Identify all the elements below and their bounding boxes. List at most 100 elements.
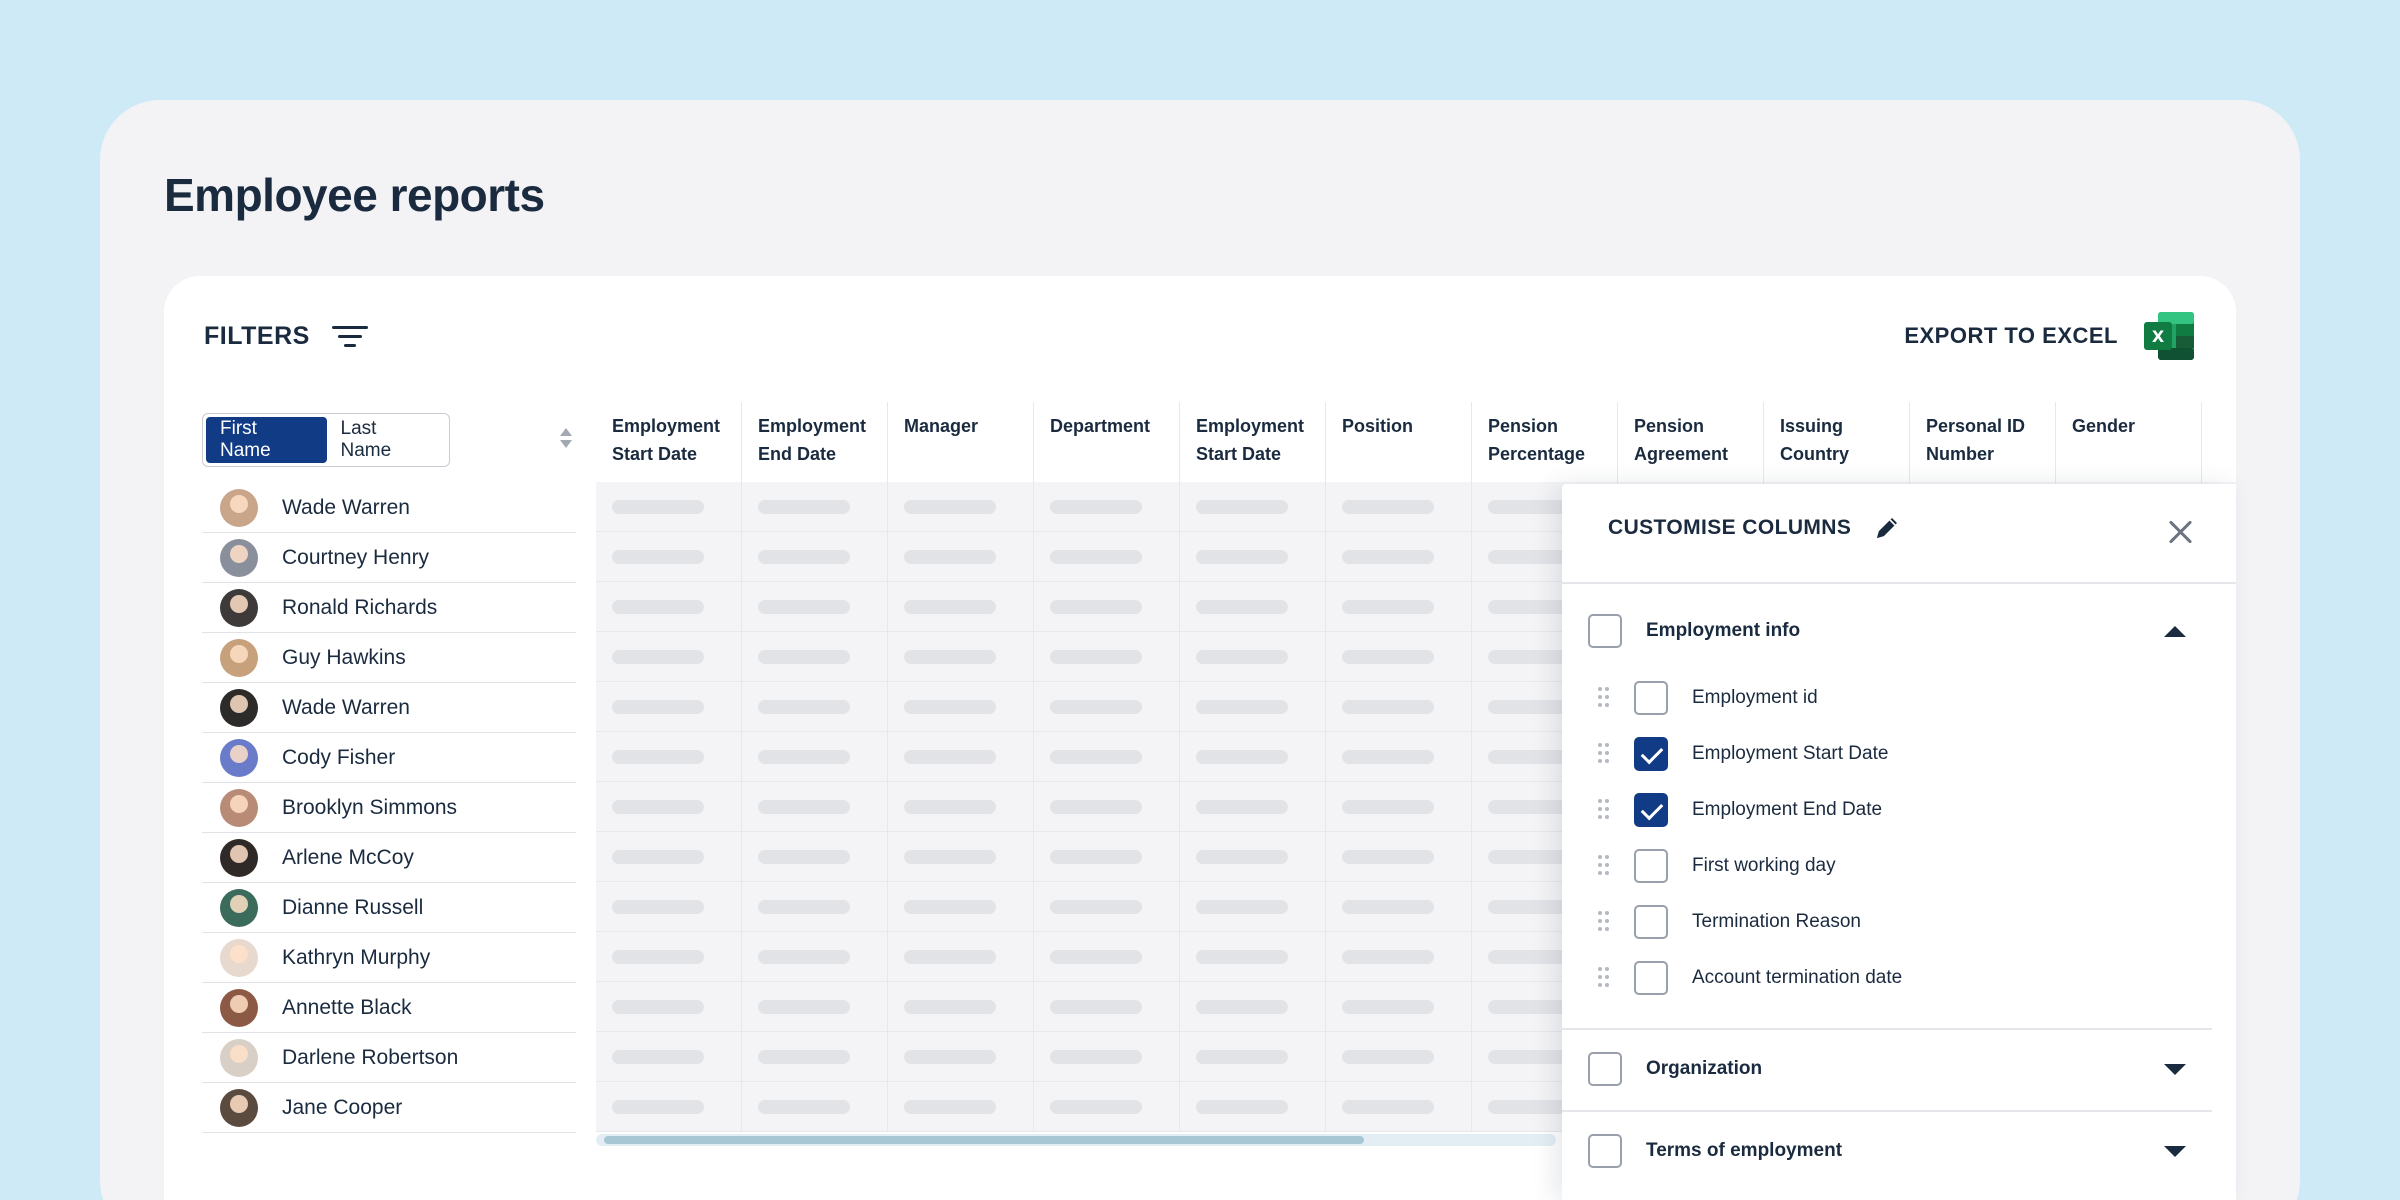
chevron-up-icon[interactable] <box>2164 625 2186 637</box>
column-option[interactable]: Employment End Date <box>1588 782 2208 838</box>
chevron-down-icon[interactable] <box>2164 1145 2186 1157</box>
column-header[interactable]: Employment Start Date <box>596 402 742 482</box>
table-cell <box>596 582 742 631</box>
employee-row[interactable]: Arlene McCoy <box>202 833 576 883</box>
column-option[interactable]: Termination Reason <box>1588 894 2208 950</box>
drag-handle-icon[interactable] <box>1598 855 1610 877</box>
skeleton-placeholder <box>758 549 850 564</box>
scrollbar-thumb[interactable] <box>604 1136 1364 1144</box>
pencil-icon[interactable] <box>1873 514 1901 542</box>
table-cell <box>888 532 1034 581</box>
employee-name: Arlene McCoy <box>282 845 414 869</box>
table-cell <box>1034 882 1180 931</box>
employee-name: Kathryn Murphy <box>282 945 431 969</box>
sort-arrows-icon[interactable] <box>560 428 572 450</box>
drag-handle-icon[interactable] <box>1598 743 1610 765</box>
column-header[interactable]: Department <box>1034 402 1180 482</box>
option-label: Employment id <box>1692 687 1818 708</box>
employee-row[interactable]: Brooklyn Simmons <box>202 783 576 833</box>
option-checkbox[interactable] <box>1634 793 1668 827</box>
section-header[interactable]: Terms of employment <box>1588 1126 2208 1176</box>
column-option[interactable]: First working day <box>1588 838 2208 894</box>
table-cell <box>1034 1082 1180 1131</box>
table-cell <box>1326 682 1472 731</box>
horizontal-scrollbar[interactable] <box>596 1134 1556 1146</box>
employee-row[interactable]: Dianne Russell <box>202 883 576 933</box>
column-header[interactable]: Manager <box>888 402 1034 482</box>
option-label: Account termination date <box>1692 967 1903 988</box>
employee-row[interactable]: Ronald Richards <box>202 583 576 633</box>
column-header[interactable]: Employment End Date <box>742 402 888 482</box>
column-header-line: Start Date <box>1196 444 1282 464</box>
table-cell <box>888 1032 1034 1081</box>
option-checkbox[interactable] <box>1634 737 1668 771</box>
employee-row[interactable]: Darlene Robertson <box>202 1033 576 1083</box>
skeleton-placeholder <box>612 1049 704 1064</box>
table-cell <box>1180 532 1326 581</box>
skeleton-placeholder <box>612 849 704 864</box>
chevron-down-icon[interactable] <box>2164 1063 2186 1075</box>
drag-handle-icon[interactable] <box>1598 799 1610 821</box>
employee-row[interactable]: Courtney Henry <box>202 533 576 583</box>
avatar <box>220 538 258 577</box>
drag-dot <box>1605 751 1609 755</box>
first-name-toggle[interactable]: First Name <box>206 417 327 463</box>
report-grid: Employment Start Date Employment End Date Ma… <box>596 402 2236 1132</box>
skeleton-placeholder <box>904 749 996 764</box>
section-checkbox[interactable] <box>1588 1052 1622 1086</box>
export-to-excel-button[interactable]: EXPORT TO EXCEL X <box>1904 310 2196 362</box>
column-option[interactable]: Employment id <box>1588 670 2208 726</box>
column-header-line: Pension <box>1634 416 1705 436</box>
column-header-line: Number <box>1926 444 1995 464</box>
column-header[interactable]: Employment Start Date <box>1180 402 1326 482</box>
avatar <box>220 688 258 727</box>
drag-handle-icon[interactable] <box>1598 911 1610 933</box>
table-cell <box>742 1032 888 1081</box>
column-header[interactable]: Gender <box>2056 402 2202 482</box>
column-header[interactable]: Pension Percentage <box>1472 402 1618 482</box>
employee-row[interactable]: Cody Fisher <box>202 733 576 783</box>
table-cell <box>1326 1082 1472 1131</box>
column-header[interactable]: Position <box>1326 402 1472 482</box>
avatar <box>220 588 258 627</box>
skeleton-placeholder <box>1050 699 1142 714</box>
option-checkbox[interactable] <box>1634 961 1668 995</box>
section-checkbox[interactable] <box>1588 1134 1622 1168</box>
section-header[interactable]: Organization <box>1588 1044 2208 1094</box>
employee-row[interactable]: Kathryn Murphy <box>202 933 576 983</box>
employee-row[interactable]: Wade Warren <box>202 683 576 733</box>
table-cell <box>596 732 742 781</box>
column-option[interactable]: Employment Start Date <box>1588 726 2208 782</box>
employee-row[interactable]: Annette Black <box>202 983 576 1033</box>
skeleton-placeholder <box>1050 1049 1142 1064</box>
option-checkbox[interactable] <box>1634 849 1668 883</box>
section-checkbox[interactable] <box>1588 614 1622 648</box>
column-header[interactable]: Personal ID Number <box>1910 402 2056 482</box>
drag-handle-icon[interactable] <box>1598 967 1610 989</box>
section-header[interactable]: Employment info <box>1588 606 2208 656</box>
employee-row[interactable]: Guy Hawkins <box>202 633 576 683</box>
drag-dot <box>1605 927 1609 931</box>
drag-handle-icon[interactable] <box>1598 687 1610 709</box>
employee-row[interactable]: Jane Cooper <box>202 1083 576 1133</box>
drag-dot <box>1598 975 1602 979</box>
column-header[interactable]: Pension Agreement <box>1618 402 1764 482</box>
filters-button[interactable]: FILTERS <box>204 322 368 351</box>
drag-dot <box>1605 855 1609 859</box>
option-checkbox[interactable] <box>1634 681 1668 715</box>
skeleton-placeholder <box>1342 799 1434 814</box>
option-checkbox[interactable] <box>1634 905 1668 939</box>
column-header[interactable]: Issuing Country <box>1764 402 1910 482</box>
column-option[interactable]: Account termination date <box>1588 950 2208 1006</box>
skeleton-placeholder <box>1342 949 1434 964</box>
skeleton-placeholder <box>1196 749 1288 764</box>
filter-lines-icon <box>331 324 368 350</box>
close-icon[interactable] <box>2168 520 2192 544</box>
employee-row[interactable]: Wade Warren <box>202 483 576 533</box>
last-name-toggle[interactable]: Last Name <box>327 417 446 463</box>
drag-dot <box>1605 695 1609 699</box>
section-divider <box>1562 1028 2212 1030</box>
skeleton-placeholder <box>758 599 850 614</box>
skeleton-placeholder <box>1342 849 1434 864</box>
skeleton-placeholder <box>758 749 850 764</box>
